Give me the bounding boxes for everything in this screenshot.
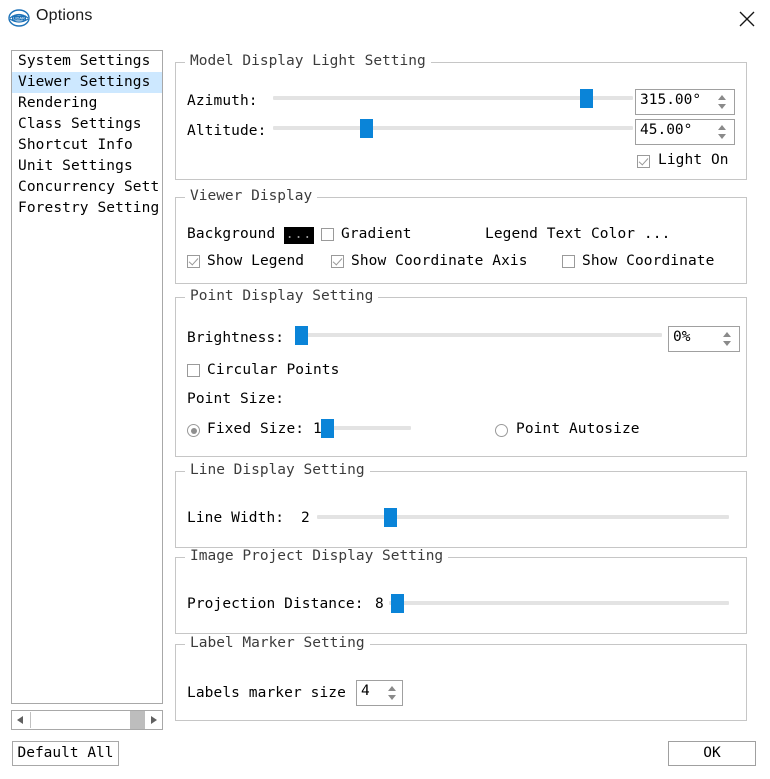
scrollbar-track[interactable] (130, 711, 145, 729)
azimuth-slider-rail (273, 96, 633, 100)
model-display-light-setting-group: Model Display Light Setting Azimuth: 315… (175, 53, 747, 180)
close-icon[interactable] (724, 0, 770, 34)
projection-distance-slider-thumb[interactable] (391, 594, 404, 613)
fixed-size-slider-thumb[interactable] (321, 419, 334, 438)
show-legend-label: Show Legend (207, 253, 305, 269)
line-width-label: Line Width: (187, 510, 285, 526)
fixed-size-slider-rail (321, 426, 411, 430)
brightness-label: Brightness: (187, 330, 285, 346)
projection-distance-slider-rail (389, 601, 729, 605)
altitude-spin-down-icon[interactable] (718, 134, 726, 139)
light-on-label: Light On (658, 152, 729, 168)
point-autosize-radio[interactable] (495, 424, 508, 437)
labels-marker-size-spin-up-icon[interactable] (388, 686, 396, 691)
page-title: Options (36, 7, 93, 24)
circular-points-label: Circular Points (207, 362, 340, 378)
fixed-size-label: Fixed Size: (207, 421, 305, 437)
line-width-slider-rail (317, 515, 729, 519)
line-width-value: 2 (301, 510, 310, 526)
azimuth-slider-thumb[interactable] (580, 89, 593, 108)
labels-marker-size-spin-down-icon[interactable] (388, 695, 396, 700)
show-coordinate-axis-checkbox[interactable] (331, 255, 344, 268)
projection-distance-value: 8 (375, 596, 384, 612)
default-all-button[interactable]: Default All (12, 741, 119, 766)
light-on-checkbox[interactable] (637, 155, 650, 168)
ok-button[interactable]: OK (668, 741, 756, 766)
line-display-setting-group: Line Display Setting Line Width: 2 (175, 462, 747, 548)
circular-points-checkbox[interactable] (187, 364, 200, 377)
fixed-size-radio[interactable] (187, 424, 200, 437)
label-marker-setting-group: Label Marker Setting Labels marker size … (175, 635, 747, 721)
labels-marker-size-value: 4 (361, 683, 370, 699)
line-width-slider[interactable] (317, 508, 729, 527)
show-legend-checkbox[interactable] (187, 255, 200, 268)
sidebar-item-concurrency-settings[interactable]: Concurrency Sett (12, 177, 162, 198)
sidebar-item-system-settings[interactable]: System Settings (12, 51, 162, 72)
group-title-viewer-display: Viewer Display (185, 188, 318, 204)
brightness-slider[interactable] (295, 326, 662, 345)
azimuth-label: Azimuth: (187, 93, 258, 109)
azimuth-value: 315.00° (640, 92, 702, 108)
brightness-slider-rail (295, 333, 662, 337)
sidebar-item-forestry-setting[interactable]: Forestry Setting (12, 198, 162, 219)
brightness-value: 0% (673, 329, 691, 345)
altitude-label: Altitude: (187, 123, 267, 139)
brightness-spinbox[interactable]: 0% (668, 326, 740, 352)
app-logo-icon: LIDAR (8, 8, 30, 28)
point-size-label: Point Size: (187, 391, 285, 407)
viewer-display-group: Viewer Display Background ... Gradient L… (175, 188, 747, 284)
point-autosize-label: Point Autosize (516, 421, 640, 437)
sidebar-horizontal-scrollbar[interactable] (11, 710, 163, 730)
svg-text:LIDAR: LIDAR (13, 16, 25, 21)
azimuth-slider[interactable] (273, 89, 633, 108)
scroll-left-icon[interactable] (12, 711, 29, 729)
group-title-label-marker: Label Marker Setting (185, 635, 370, 651)
show-coordinate-axis-label: Show Coordinate Axis (351, 253, 528, 269)
gradient-label: Gradient (341, 226, 412, 242)
fixed-size-slider[interactable] (321, 419, 411, 438)
show-coordinate-checkbox[interactable] (562, 255, 575, 268)
labels-marker-size-spinbox[interactable]: 4 (356, 680, 403, 706)
settings-category-list[interactable]: System Settings Viewer Settings Renderin… (11, 50, 163, 704)
legend-text-color-button[interactable]: Legend Text Color ... (485, 226, 670, 242)
show-coordinate-label: Show Coordinate (582, 253, 715, 269)
altitude-spin-up-icon[interactable] (718, 125, 726, 130)
azimuth-spin-down-icon[interactable] (718, 104, 726, 109)
gradient-checkbox[interactable] (321, 228, 334, 241)
background-label: Background (187, 226, 276, 242)
sidebar-item-unit-settings[interactable]: Unit Settings (12, 156, 162, 177)
sidebar-item-viewer-settings[interactable]: Viewer Settings (12, 72, 162, 93)
image-project-display-setting-group: Image Project Display Setting Projection… (175, 548, 747, 634)
altitude-slider-rail (273, 126, 633, 130)
scrollbar-thumb[interactable] (30, 712, 131, 728)
altitude-spinbox[interactable]: 45.00° (635, 119, 735, 145)
line-width-slider-thumb[interactable] (384, 508, 397, 527)
sidebar-item-rendering[interactable]: Rendering (12, 93, 162, 114)
background-color-swatch[interactable]: ... (284, 227, 314, 244)
group-title-light: Model Display Light Setting (185, 53, 431, 69)
labels-marker-size-label: Labels marker size (187, 685, 346, 701)
sidebar-item-class-settings[interactable]: Class Settings (12, 114, 162, 135)
sidebar-item-shortcut-info[interactable]: Shortcut Info (12, 135, 162, 156)
title-bar: LIDAR Options (0, 0, 770, 36)
projection-distance-label: Projection Distance: (187, 596, 364, 612)
brightness-slider-thumb[interactable] (295, 326, 308, 345)
azimuth-spin-up-icon[interactable] (718, 95, 726, 100)
group-title-image-project: Image Project Display Setting (185, 548, 449, 564)
scroll-right-icon[interactable] (145, 711, 162, 729)
azimuth-spinbox[interactable]: 315.00° (635, 89, 735, 115)
brightness-spin-down-icon[interactable] (723, 341, 731, 346)
projection-distance-slider[interactable] (389, 594, 729, 613)
altitude-value: 45.00° (640, 122, 693, 138)
altitude-slider[interactable] (273, 119, 633, 138)
point-display-setting-group: Point Display Setting Brightness: 0% Cir… (175, 288, 747, 457)
group-title-point-display: Point Display Setting (185, 288, 379, 304)
brightness-spin-up-icon[interactable] (723, 332, 731, 337)
group-title-line-display: Line Display Setting (185, 462, 370, 478)
altitude-slider-thumb[interactable] (360, 119, 373, 138)
